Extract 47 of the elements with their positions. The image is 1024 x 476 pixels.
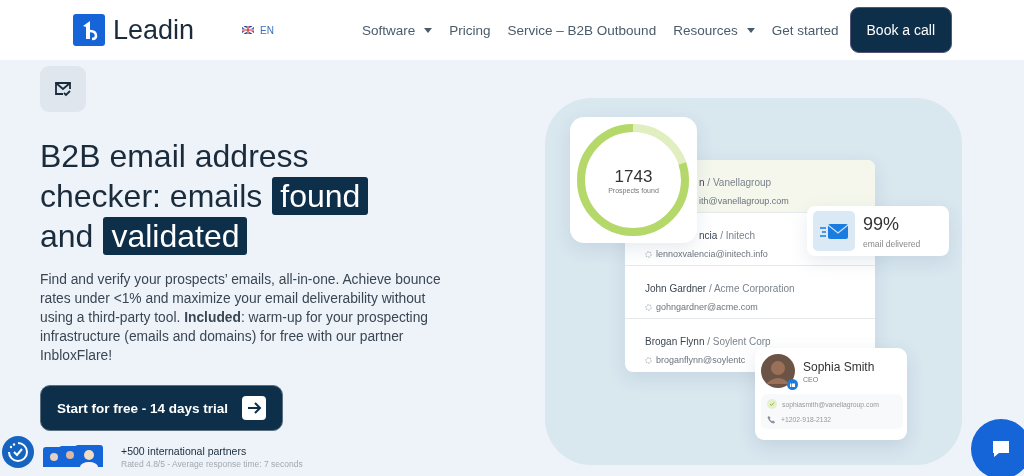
highlighted-word: validated [103,217,248,255]
highlighted-word: found [272,177,369,215]
start-trial-button[interactable]: Start for free - 14 days trial [40,385,284,431]
loading-icon [645,303,652,311]
linkedin-icon [787,379,798,390]
avatar-icon [761,354,795,388]
headline-text: B2B email address [40,137,309,176]
accessibility-button[interactable] [2,436,34,468]
delivery-rate: 99% [863,213,901,235]
check-icon [767,399,777,409]
contact-name: Sophia Smith [803,359,875,374]
arrow-right-icon [242,396,267,420]
flag-icon[interactable] [242,26,255,34]
prospect-name: ncia / Initech [698,230,756,241]
prospect-name: John Gardner / Acme Corporation [645,283,795,294]
accessibility-icon [7,441,29,463]
prospect-email: lennoxvalencia@initech.info [656,249,768,259]
prospect-name: Brogan Flynn / Soylent Corp [645,336,771,347]
nav-link[interactable]: Pricing [449,22,491,38]
rating-text: Rated 4.8/5 - Average response time: 7 seconds [121,459,303,469]
caret-icon [424,27,433,33]
description-text: Find and verify your prospects’ emails, all-in-one. Achieve bounce rates under <1% and maximize your email deliverability without using a third-party tool. Included: warm-up for your prospecting infrastructure (emails and domains) for free with our partner InbloxFlare! [40,271,442,365]
prospect-name: n / Vanellagroup [698,177,772,188]
loading-icon [645,250,652,258]
logo-icon[interactable] [73,14,105,46]
delivery-label: email delivered [863,238,921,249]
caret-icon [746,27,755,33]
language-selector[interactable]: EN [260,24,274,36]
chat-button[interactable] [971,419,1024,476]
nav-link[interactable]: Get started [771,22,839,38]
nav-link[interactable]: Resources [673,22,755,38]
prospect-email: broganflynn@soylentc [656,355,746,365]
headline-text: checker: emails [40,177,263,216]
loading-icon [645,356,652,364]
email-check-icon [54,81,72,97]
logo-text[interactable]: Leadin [113,14,195,46]
prospect-email: ith@vanellagroup.com [699,196,789,206]
envelope-icon [820,222,848,240]
phone-icon [767,415,776,424]
nav-link[interactable]: Software [362,22,433,38]
prospect-email: gohngardner@acme.com [656,302,758,312]
prospect-count: 1743 [614,166,653,187]
book-call-button[interactable]: Book a call [849,7,952,53]
headline-text: and [40,217,94,256]
partners-title: +500 international partners [121,445,248,457]
nav-link[interactable]: Service – B2B Outbound [507,22,657,38]
chat-icon [991,440,1011,458]
